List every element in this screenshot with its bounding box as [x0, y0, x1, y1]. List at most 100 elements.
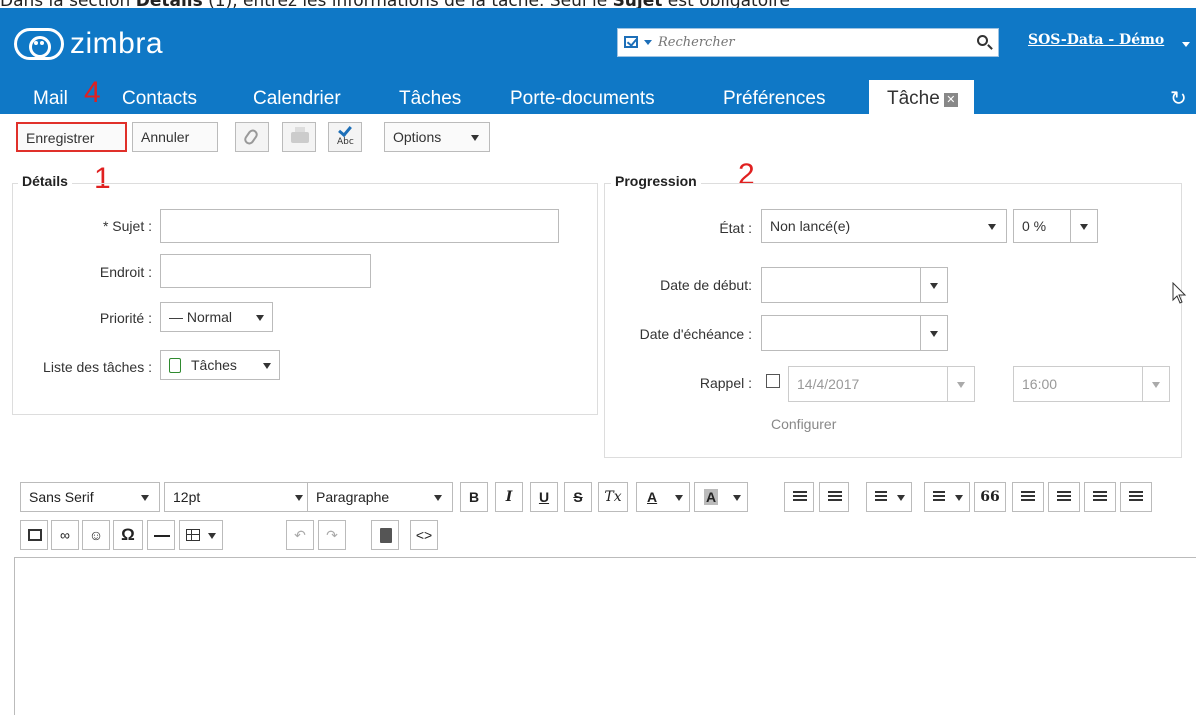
underline-button[interactable]: U	[530, 482, 558, 512]
tab-contacts[interactable]: Contacts	[122, 88, 197, 110]
save-button[interactable]: Enregistrer	[16, 122, 127, 152]
chevron-down-icon	[141, 495, 149, 501]
image-icon	[28, 529, 42, 541]
outdent-icon	[793, 491, 807, 503]
insert-link-button[interactable]: ∞	[51, 520, 79, 550]
location-input[interactable]	[160, 254, 371, 288]
priority-value: — Normal	[169, 309, 233, 325]
align-right-button[interactable]	[1084, 482, 1116, 512]
indent-button[interactable]	[819, 482, 849, 512]
align-left-button[interactable]	[1012, 482, 1044, 512]
spellcheck-button[interactable]: Abc	[328, 122, 362, 152]
task-list-select[interactable]: Tâches	[160, 350, 280, 380]
reminder-time-picker[interactable]	[1142, 366, 1170, 402]
instruction-caption: Dans la section Détails (1), entrez les …	[0, 0, 1196, 8]
redo-button[interactable]: ↷	[318, 520, 346, 550]
task-notes-editor[interactable]	[14, 557, 1196, 715]
cancel-button[interactable]: Annuler	[132, 122, 218, 152]
attach-button[interactable]	[235, 122, 269, 152]
search-input[interactable]	[656, 32, 956, 52]
blockquote-button[interactable]: 66	[974, 482, 1006, 512]
align-center-button[interactable]	[1048, 482, 1080, 512]
strikethrough-button[interactable]: S	[564, 482, 592, 512]
smiley-icon: ☺	[88, 527, 104, 543]
state-select[interactable]: Non lancé(e)	[761, 209, 1007, 243]
refresh-icon[interactable]: ↻	[1170, 86, 1187, 110]
font-size-select[interactable]: 12pt	[164, 482, 314, 512]
percent-dropdown[interactable]	[1070, 209, 1098, 243]
bg-color-button[interactable]: A	[694, 482, 748, 512]
priority-select[interactable]: — Normal	[160, 302, 273, 332]
undo-button[interactable]: ↶	[286, 520, 314, 550]
reminder-label: Rappel :	[699, 375, 752, 391]
annotation-4: 4	[84, 76, 101, 109]
start-date-picker[interactable]	[920, 267, 948, 303]
numbered-list-icon	[933, 491, 945, 503]
caption-middle: (1), entrez les informations de la tâche…	[203, 0, 613, 8]
numbered-list-button[interactable]	[924, 482, 970, 512]
source-code-button[interactable]: <>	[410, 520, 438, 550]
options-menu-button[interactable]: Options	[384, 122, 490, 152]
tab-porte-documents[interactable]: Porte-documents	[510, 88, 655, 110]
due-date-input[interactable]	[761, 315, 921, 351]
task-list-value: Tâches	[191, 357, 237, 373]
search-icon[interactable]	[977, 35, 988, 46]
bullet-list-button[interactable]	[866, 482, 912, 512]
search-bar	[617, 28, 999, 57]
details-title: Détails	[18, 173, 72, 189]
options-label: Options	[393, 129, 442, 145]
subject-input[interactable]	[160, 209, 559, 243]
outdent-button[interactable]	[784, 482, 814, 512]
horizontal-rule-button[interactable]	[147, 520, 175, 550]
due-date-label: Date d'échéance :	[639, 326, 752, 342]
due-date-picker[interactable]	[920, 315, 948, 351]
close-tab-icon[interactable]: ✕	[943, 93, 958, 107]
align-left-icon	[1021, 491, 1035, 503]
chevron-down-icon	[930, 283, 938, 289]
block-format-select[interactable]: Paragraphe	[307, 482, 453, 512]
tab-mail[interactable]: Mail	[33, 88, 68, 110]
insert-table-button[interactable]	[179, 520, 223, 550]
search-type-caret-icon[interactable]	[644, 40, 652, 45]
percent-select[interactable]: 0 %	[1013, 209, 1071, 243]
italic-button[interactable]: I	[495, 482, 523, 512]
insert-emoji-button[interactable]: ☺	[82, 520, 110, 550]
configure-link[interactable]: Configurer	[771, 416, 836, 432]
reminder-date-input[interactable]: 14/4/2017	[788, 366, 948, 402]
font-family-select[interactable]: Sans Serif	[20, 482, 160, 512]
zimbra-logo[interactable]: zimbra	[14, 26, 163, 62]
task-toolbar: Enregistrer Annuler Abc Options	[0, 114, 1196, 160]
print-button[interactable]	[282, 122, 316, 152]
clear-format-button[interactable]: Tx	[598, 482, 628, 512]
reminder-date-picker[interactable]	[947, 366, 975, 402]
editor-toolbar: Sans Serif 12pt Paragraphe B I U S Tx A …	[14, 480, 1196, 555]
account-menu[interactable]: SOS-Data - Démo	[1028, 32, 1164, 48]
bold-button[interactable]: B	[460, 482, 488, 512]
chevron-down-icon	[256, 315, 264, 321]
text-color-button[interactable]: A	[636, 482, 690, 512]
location-label: Endroit :	[99, 264, 152, 280]
start-date-input[interactable]	[761, 267, 921, 303]
tab-tache-label: Tâche	[887, 88, 940, 109]
account-caret-icon[interactable]	[1182, 42, 1190, 47]
task-list-icon	[169, 358, 181, 373]
align-justify-button[interactable]	[1120, 482, 1152, 512]
tab-taches[interactable]: Tâches	[399, 88, 461, 110]
paste-button[interactable]	[371, 520, 399, 550]
tab-preferences[interactable]: Préférences	[723, 88, 825, 110]
align-justify-icon	[1129, 491, 1143, 503]
printer-icon	[291, 127, 309, 143]
tab-tache-active[interactable]: Tâche ✕	[869, 80, 974, 114]
reminder-time-input[interactable]: 16:00	[1013, 366, 1143, 402]
bullet-list-icon	[875, 491, 887, 503]
chevron-down-icon	[263, 363, 271, 369]
chevron-down-icon	[434, 495, 442, 501]
app-header: zimbra SOS-Data - Démo Mail Contacts Cal…	[0, 8, 1196, 114]
insert-image-button[interactable]	[20, 520, 48, 550]
special-char-button[interactable]: Ω	[113, 520, 143, 550]
chevron-down-icon	[955, 495, 963, 501]
bg-color-label: A	[704, 489, 719, 505]
search-type-checkbox-icon[interactable]	[624, 36, 638, 48]
tab-calendrier[interactable]: Calendrier	[253, 88, 341, 110]
reminder-checkbox[interactable]	[766, 374, 780, 388]
